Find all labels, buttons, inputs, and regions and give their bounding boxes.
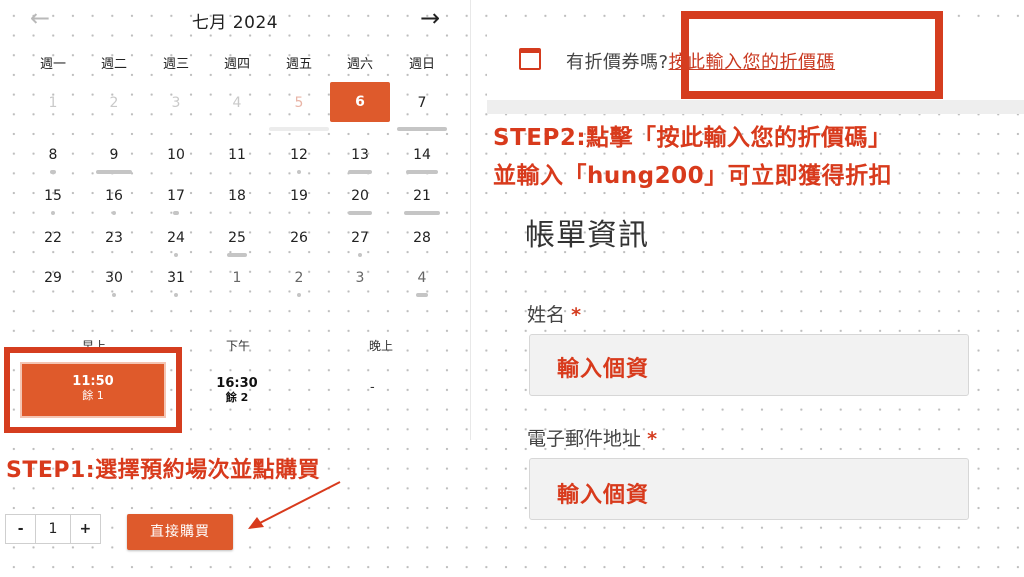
calendar-day[interactable]: 11 [207,146,267,186]
calendar-day[interactable]: 17 [146,187,206,227]
weekday-mon: 週一 [39,57,66,72]
calendar-day[interactable]: 15 [23,187,83,227]
calendar-day: 1 [48,95,58,111]
calendar-day[interactable]: 18 [207,187,267,227]
billing-title: 帳單資訊 [525,218,649,253]
weekday-wed: 週三 [162,57,189,72]
arrow-right-icon[interactable]: → [420,6,440,30]
calendar-day[interactable]: 19 [269,187,329,227]
calendar-day: 4 [232,95,242,111]
name-label: 姓名 * [527,300,581,327]
slot-time: 11:50 [72,374,114,389]
required-marker: * [647,428,657,450]
calendar-day[interactable]: 9 [84,146,144,186]
quantity-stepper[interactable]: - 1 + [5,514,101,544]
month-title: 七月 2024 [191,13,279,33]
calendar-day[interactable]: 13 [330,146,390,186]
arrow-annotation-icon [248,481,341,529]
slot-remaining: 餘 1 [82,389,104,402]
email-label-text: 電子郵件地址 [527,428,642,450]
calendar-day[interactable]: 22 [23,229,83,269]
quantity-plus-button[interactable]: + [71,515,100,543]
name-field-value: 輸入個資 [557,357,650,382]
weekday-fri: 週五 [285,57,312,72]
calendar-day[interactable]: 1 [207,269,267,309]
calendar-day[interactable]: 29 [23,269,83,309]
weekday-tue: 週二 [100,57,127,72]
calendar-day: 3 [171,95,181,111]
calendar-day: 5 [269,94,329,134]
quantity-value[interactable]: 1 [35,515,71,543]
coupon-prompt-text: 有折價券嗎? [566,52,669,73]
timeslot-afternoon[interactable]: 16:30 餘 2 [197,376,277,404]
name-label-text: 姓名 [527,304,566,326]
calendar-day[interactable]: 24 [146,229,206,269]
calendar-day[interactable]: 30 [84,269,144,309]
calendar-day: 2 [109,95,119,111]
weekday-sun: 週日 [408,57,435,72]
step2-annotation-line2: 並輸入「hung200」可立即獲得折扣 [493,163,893,189]
calendar-day[interactable]: 2 [269,269,329,309]
calendar-day[interactable]: 10 [146,146,206,186]
slot-remaining: 餘 2 [225,391,249,404]
slot-time: 16:30 [216,376,258,391]
calendar-day-selected[interactable]: 6 [330,82,390,122]
calendar-day[interactable]: 16 [84,187,144,227]
email-field-value: 輸入個資 [557,483,650,508]
quantity-minus-button[interactable]: - [6,515,35,543]
calendar-day[interactable]: 28 [392,229,452,269]
calendar-day[interactable]: 20 [330,187,390,227]
weekday-thu: 週四 [223,57,250,72]
buy-now-button[interactable]: 直接購買 [127,514,233,550]
calendar-day[interactable]: 4 [392,269,452,309]
email-label: 電子郵件地址 * [527,424,657,451]
evening-label: 晚上 [368,339,393,353]
timeslot-morning-selected[interactable]: 11:50 餘 1 [20,362,166,418]
calendar-day[interactable]: 8 [23,146,83,186]
calendar-day[interactable]: 27 [330,229,390,269]
calendar-day[interactable]: 14 [392,146,452,186]
section-divider [487,100,1024,114]
required-marker: * [571,304,581,326]
calendar-day[interactable]: 26 [269,229,329,269]
calendar-day[interactable]: 31 [146,269,206,309]
calendar-day[interactable]: 21 [392,187,452,227]
calendar-day[interactable]: 23 [84,229,144,269]
calendar-day[interactable]: 7 [392,94,452,134]
calendar-day[interactable]: 25 [207,229,267,269]
window-icon [519,48,541,70]
timeslot-evening-empty: - [370,380,375,395]
calendar-day[interactable]: 3 [330,269,390,309]
step2-annotation-line1: STEP2:點擊「按此輸入您的折價碼」 [493,125,892,151]
afternoon-label: 下午 [225,339,250,353]
calendar-day[interactable]: 12 [269,146,329,186]
panel-divider [470,0,471,440]
step2-highlight-box [681,11,943,99]
weekday-sat: 週六 [346,57,373,72]
